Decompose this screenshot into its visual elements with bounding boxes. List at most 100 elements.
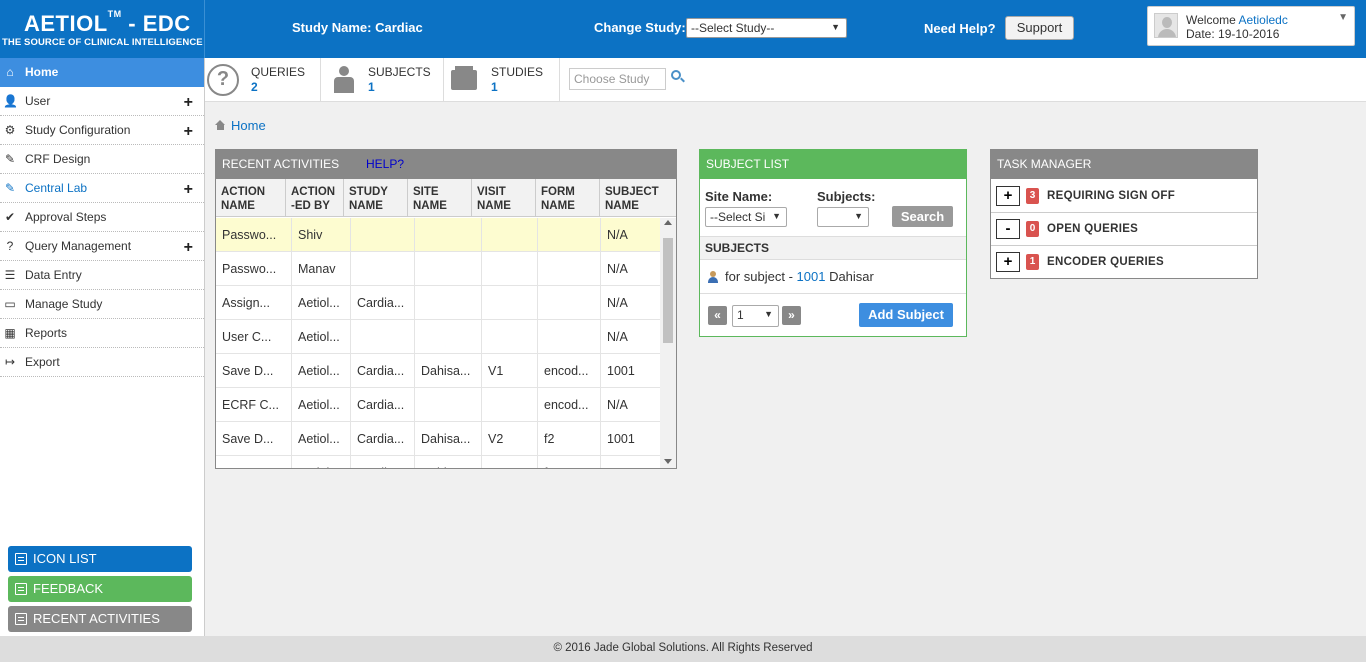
count-badge: 1 [1026,254,1039,270]
add-subject-button[interactable]: Add Subject [859,303,953,327]
table-row[interactable]: Passwo... Manav N/A [216,252,660,286]
column-header[interactable]: SITE NAME [408,179,472,217]
sidebar-item-data-entry[interactable]: ☰ Data Entry [0,261,204,290]
table-header: ACTION NAME ACTION -ED BY STUDY NAME SIT… [216,179,676,217]
expand-toggle[interactable]: + [996,252,1020,272]
sidebar-item-label: Home [25,65,59,79]
sidebar-item-label: Data Entry [25,268,82,282]
design-icon: ✎ [4,152,16,166]
sidebar-item-user[interactable]: 👤 User + [0,87,204,116]
current-date: Date: 19-10-2016 [1186,27,1280,41]
collapse-toggle[interactable]: - [996,219,1020,239]
table-row[interactable]: Assign... Aetiol... Cardia... N/A [216,286,660,320]
monitor-icon: ▭ [4,297,16,311]
choose-study-input[interactable]: Choose Study [569,68,666,90]
table-row[interactable]: Passwo... Shiv N/A [216,218,660,252]
sidebar-item-label: Manage Study [25,297,103,311]
stat-subjects[interactable]: SUBJECTS 1 [321,58,444,102]
expand-plus-icon[interactable]: + [184,95,193,111]
logo-tm: TM [107,9,122,19]
recent-activities-title: RECENT ACTIVITIES [222,157,340,171]
expand-plus-icon[interactable]: + [184,182,193,198]
check-circle-icon: ✔ [4,210,16,224]
export-icon: ↦ [4,355,16,369]
chevron-down-icon: ▼ [831,22,840,32]
subjects-select[interactable]: ▼ [817,207,869,227]
task-item[interactable]: - 0 OPEN QUERIES [991,213,1257,246]
stat-studies[interactable]: STUDIES 1 [444,58,560,102]
breadcrumb-home[interactable]: Home [231,118,266,133]
chevron-down-icon[interactable]: ▼ [1338,12,1348,23]
task-manager-title: TASK MANAGER [991,150,1257,179]
user-icon: 👤 [3,94,18,108]
breadcrumb[interactable]: Home [215,118,266,133]
scroll-up-icon[interactable] [664,220,672,225]
task-item[interactable]: + 1 ENCODER QUERIES [991,246,1257,279]
table-row[interactable]: Save D... Aetiol... Cardia... Dahisa... … [216,456,660,468]
table-scrollbar[interactable] [660,218,676,468]
expand-plus-icon[interactable]: + [184,124,193,140]
column-header[interactable]: ACTION NAME [216,179,286,217]
home-icon [215,120,226,130]
icon-list-button[interactable]: ICON LIST [8,546,192,572]
change-study-select[interactable]: --Select Study-- ▼ [686,18,847,38]
expand-toggle[interactable]: + [996,186,1020,206]
chevron-down-icon: ▼ [764,309,773,319]
subject-id-link[interactable]: 1001 [797,269,826,284]
scroll-down-icon[interactable] [664,459,672,464]
sidebar-item-central-lab[interactable]: ✎ Central Lab + [0,174,204,203]
table-row[interactable]: Save D... Aetiol... Cardia... Dahisa... … [216,422,660,456]
site-name-select[interactable]: --Select Si ▼ [705,207,787,227]
column-header[interactable]: FORM NAME [536,179,600,217]
sidebar-item-reports[interactable]: ▦ Reports [0,319,204,348]
list-item[interactable]: for subject - 1001 Dahisar [700,262,966,294]
recent-activities-button[interactable]: RECENT ACTIVITIES [8,606,192,632]
help-link[interactable]: HELP? [366,150,404,179]
stat-queries-label: QUERIES [251,65,306,79]
next-page-button[interactable]: » [782,306,801,325]
task-label: REQUIRING SIGN OFF [1047,190,1176,202]
question-icon: ? [207,64,239,96]
lab-icon: ✎ [4,181,16,195]
search-icon[interactable] [671,70,681,80]
sidebar-item-home[interactable]: ⌂ Home [0,58,204,87]
expand-plus-icon[interactable]: + [184,240,193,256]
column-header[interactable]: ACTION -ED BY [286,179,344,217]
feedback-button[interactable]: FEEDBACK [8,576,192,602]
sidebar-item-approval-steps[interactable]: ✔ Approval Steps [0,203,204,232]
query-icon: ? [6,239,14,253]
footer-copyright: © 2016 Jade Global Solutions. All Rights… [0,636,1366,662]
change-study-value: --Select Study-- [691,21,775,35]
count-badge: 0 [1026,221,1039,237]
logo[interactable]: AETIOLTM - EDC THE SOURCE OF CLINICAL IN… [0,0,205,58]
support-button[interactable]: Support [1005,16,1074,40]
column-header[interactable]: VISIT NAME [472,179,536,217]
search-button[interactable]: Search [892,206,953,227]
sidebar-item-query-management[interactable]: ? Query Management + [0,232,204,261]
logo-tagline: THE SOURCE OF CLINICAL INTELLIGENCE [2,37,203,48]
welcome-user[interactable]: Aetioledc [1238,13,1287,27]
change-study-label: Change Study: [594,20,686,35]
stat-queries[interactable]: ? QUERIES 2 [205,58,321,102]
sidebar-item-study-configuration[interactable]: ⚙ Study Configuration + [0,116,204,145]
task-item[interactable]: + 3 REQUIRING SIGN OFF [991,180,1257,213]
prev-page-button[interactable]: « [708,306,727,325]
column-header[interactable]: STUDY NAME [344,179,408,217]
subjects-label: Subjects: [817,189,876,204]
table-row[interactable]: ECRF C... Aetiol... Cardia... encod... N… [216,388,660,422]
list-icon [15,613,27,625]
column-header[interactable]: SUBJECT NAME [600,179,676,217]
sidebar-item-manage-study[interactable]: ▭ Manage Study [0,290,204,319]
sidebar-item-label: Query Management [25,239,132,253]
scrollbar-thumb[interactable] [663,238,673,343]
sidebar-item-label: Central Lab [25,181,88,195]
logo-text: AETIOL [24,11,108,36]
table-row[interactable]: User C... Aetiol... N/A [216,320,660,354]
subject-list-panel: SUBJECT LIST Site Name: Subjects: --Sele… [699,149,967,337]
sidebar-item-export[interactable]: ↦ Export [0,348,204,377]
user-menu[interactable]: Welcome Aetioledc Date: 19-10-2016 ▼ [1147,6,1355,46]
table-row[interactable]: Save D... Aetiol... Cardia... Dahisa... … [216,354,660,388]
subject-list-title: SUBJECT LIST [700,150,966,179]
sidebar-item-crf-design[interactable]: ✎ CRF Design [0,145,204,174]
page-select[interactable]: 1 ▼ [732,305,779,327]
